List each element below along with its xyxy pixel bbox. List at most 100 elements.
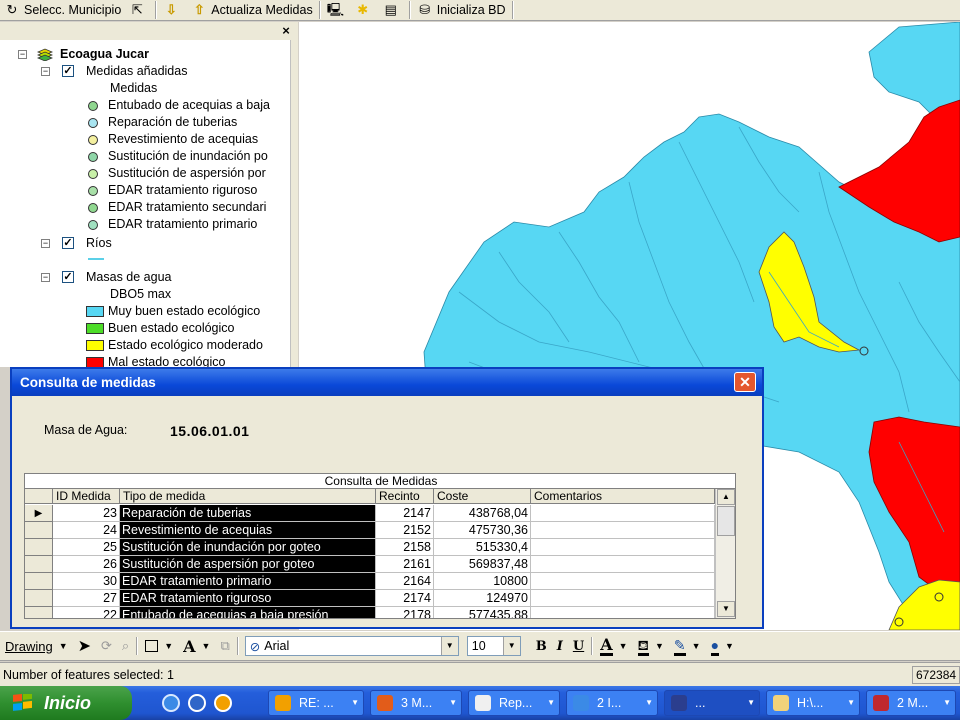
cell-coste[interactable]: 475730,36 — [434, 522, 531, 539]
ie-quicklaunch-icon[interactable] — [162, 694, 180, 712]
scroll-up-icon[interactable]: ▲ — [717, 489, 735, 505]
app-quicklaunch-icon[interactable] — [188, 694, 206, 712]
root-expander-icon[interactable]: − — [18, 50, 27, 59]
task-app-icon — [573, 695, 589, 711]
underline-button[interactable]: U — [568, 634, 589, 658]
cell-coste[interactable]: 569837,48 — [434, 556, 531, 573]
rios-expander-icon[interactable]: − — [41, 239, 50, 248]
cell-comentarios[interactable] — [531, 522, 715, 539]
cell-tipo[interactable]: Sustitución de inundación por goteo — [120, 539, 376, 556]
legend-dot-icon — [88, 169, 98, 179]
col-header-tipo[interactable]: Tipo de medida — [120, 489, 376, 504]
taskbar-task-button[interactable]: 3 M... ▼ — [370, 690, 462, 716]
cell-tipo[interactable]: Sustitución de aspersión por goteo — [120, 556, 376, 573]
line-color-button[interactable]: ✎ ▼ — [669, 634, 706, 658]
medidas-grid[interactable]: Consulta de Medidas ID Medida Tipo de me… — [24, 473, 736, 619]
row-selector[interactable] — [25, 590, 53, 607]
inicializa-bd-button[interactable]: ⛁ Inicializa BD — [413, 0, 510, 20]
rectangle-tool-button[interactable]: ▼ — [140, 634, 178, 658]
italic-button[interactable]: I — [552, 634, 568, 658]
actualiza-medidas-button[interactable]: ⇧ Actualiza Medidas — [187, 0, 316, 20]
masas-checkbox[interactable]: ✓ — [62, 271, 74, 283]
col-header-id[interactable]: ID Medida — [53, 489, 120, 504]
font-select[interactable]: ⊘ Arial ▼ — [244, 636, 459, 656]
font-color-button[interactable]: A ▼ — [595, 634, 632, 658]
col-header-coste[interactable]: Coste — [434, 489, 531, 504]
cell-recinto[interactable]: 2178 — [376, 607, 434, 618]
cell-tipo[interactable]: Reparación de tuberias — [120, 505, 376, 522]
scroll-down-icon[interactable]: ▼ — [717, 601, 735, 617]
row-selector[interactable]: ▶ — [25, 505, 53, 522]
medidas-expander-icon[interactable]: − — [41, 67, 50, 76]
taskbar-task-button[interactable]: Rep... ▼ — [468, 690, 560, 716]
media-quicklaunch-icon[interactable] — [214, 694, 232, 712]
cell-coste[interactable]: 438768,04 — [434, 505, 531, 522]
cell-tipo[interactable]: Revestimiento de acequias — [120, 522, 376, 539]
table-button[interactable]: ▤ — [379, 0, 407, 20]
cell-coste[interactable]: 10800 — [434, 573, 531, 590]
cell-recinto[interactable]: 2147 — [376, 505, 434, 522]
font-size-select[interactable]: 10 ▼ — [466, 636, 521, 656]
text-tool-button[interactable]: A ▼ — [178, 634, 215, 658]
cell-recinto[interactable]: 2174 — [376, 590, 434, 607]
dialog-close-button[interactable]: ✕ — [734, 372, 756, 392]
cell-tipo[interactable]: EDAR tratamiento primario — [120, 573, 376, 590]
cell-comentarios[interactable] — [531, 505, 715, 522]
rios-group-label: Ríos — [86, 236, 112, 250]
row-selector[interactable] — [25, 556, 53, 573]
down-arrow-button[interactable]: ⇩ — [159, 0, 187, 20]
rios-checkbox[interactable]: ✓ — [62, 237, 74, 249]
cell-tipo[interactable]: Entubado de acequias a baja presión — [120, 607, 376, 618]
medidas-checkbox[interactable]: ✓ — [62, 65, 74, 77]
fill-color-button[interactable]: ⛾ ▼ — [633, 634, 669, 658]
grid-vertical-scrollbar[interactable]: ▲ ▼ — [715, 489, 735, 618]
toc-close-icon[interactable]: × — [279, 24, 293, 38]
cell-comentarios[interactable] — [531, 573, 715, 590]
edit-vertices-button[interactable]: ⧉ — [215, 634, 234, 658]
marker-color-button[interactable]: ● ▼ — [706, 634, 739, 658]
cell-recinto[interactable]: 2158 — [376, 539, 434, 556]
drawing-menu-button[interactable]: Drawing ▼ — [0, 634, 73, 658]
col-header-comentarios[interactable]: Comentarios — [531, 489, 715, 504]
cell-id[interactable]: 25 — [53, 539, 120, 556]
cell-coste[interactable]: 515330,4 — [434, 539, 531, 556]
row-selector[interactable] — [25, 539, 53, 556]
selecc-municipio-button[interactable]: ↻ Selecc. Municipio — [0, 0, 125, 20]
cell-coste[interactable]: 577435,88 — [434, 607, 531, 618]
scroll-thumb[interactable] — [717, 506, 735, 536]
bold-button[interactable]: B — [531, 634, 552, 658]
cell-recinto[interactable]: 2161 — [376, 556, 434, 573]
cell-tipo[interactable]: EDAR tratamiento riguroso — [120, 590, 376, 607]
taskbar-task-button[interactable]: 2 M... ▼ — [866, 690, 956, 716]
masas-expander-icon[interactable]: − — [41, 273, 50, 282]
row-selector[interactable] — [25, 607, 53, 618]
star-button[interactable]: ✱ — [351, 0, 379, 20]
cell-recinto[interactable]: 2152 — [376, 522, 434, 539]
cell-comentarios[interactable] — [531, 556, 715, 573]
cell-comentarios[interactable] — [531, 539, 715, 556]
select-tool-button[interactable]: ⇱ — [125, 0, 153, 20]
cell-coste[interactable]: 124970 — [434, 590, 531, 607]
toc-scrollbar[interactable] — [290, 40, 298, 367]
cell-id[interactable]: 26 — [53, 556, 120, 573]
taskbar-task-button[interactable]: RE: ... ▼ — [268, 690, 364, 716]
cell-id[interactable]: 30 — [53, 573, 120, 590]
taskbar-task-button[interactable]: 2 I... ▼ — [566, 690, 658, 716]
windows-taskbar: Inicio RE: ... ▼ 3 M... ▼ Rep... ▼ 2 I... ▼... ▼… — [0, 686, 960, 720]
col-header-recinto[interactable]: Recinto — [376, 489, 434, 504]
cell-id[interactable]: 27 — [53, 590, 120, 607]
taskbar-task-button[interactable]: H:\... ▼ — [766, 690, 860, 716]
taskbar-task-button[interactable]: ... ▼ — [664, 690, 760, 716]
cell-id[interactable]: 24 — [53, 522, 120, 539]
cell-id[interactable]: 22 — [53, 607, 120, 618]
cell-id[interactable]: 23 — [53, 505, 120, 522]
cell-recinto[interactable]: 2164 — [376, 573, 434, 590]
select-elements-button[interactable]: ➤ — [73, 634, 96, 658]
cell-comentarios[interactable] — [531, 607, 715, 618]
cell-comentarios[interactable] — [531, 590, 715, 607]
row-selector[interactable] — [25, 573, 53, 590]
rotate-button[interactable]: ⟳ — [96, 634, 117, 658]
computer-button[interactable]: 🖳 — [323, 0, 351, 20]
zoom-page-button[interactable]: ⌕ — [117, 634, 134, 658]
row-selector[interactable] — [25, 522, 53, 539]
